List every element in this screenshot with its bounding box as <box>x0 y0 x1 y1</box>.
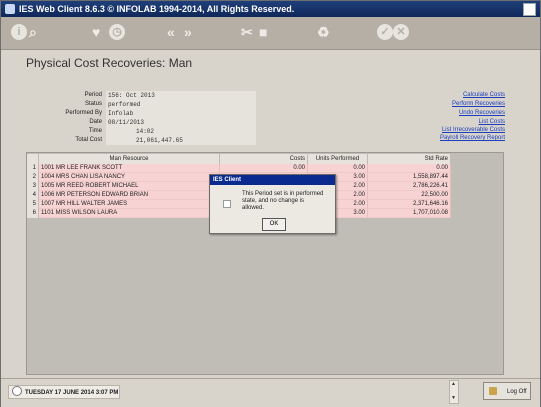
std-rate-cell[interactable]: 1,558,897.44 <box>368 173 451 182</box>
double-right-icon[interactable]: » <box>184 23 192 41</box>
page-title: Physical Cost Recoveries: Man <box>26 56 193 70</box>
man-resource-cell[interactable]: 1006 MR PETERSON EDWARD BRIAN <box>39 191 220 200</box>
tools-icon[interactable]: ✂ <box>241 23 253 41</box>
date-label: Date <box>89 119 102 125</box>
stop-icon[interactable]: ■ <box>259 23 267 41</box>
row-number: 2 <box>27 173 39 182</box>
row-number: 5 <box>27 200 39 209</box>
ok-button[interactable]: OK <box>262 218 286 231</box>
table-row[interactable]: 1 1001 MR LEE FRANK SCOTT 0.00 0.00 0.00 <box>27 164 504 173</box>
log-off-button[interactable]: Log Off <box>483 382 531 400</box>
row-number: 6 <box>27 209 39 218</box>
period-label: Period <box>84 92 102 98</box>
check-icon[interactable]: ✓ <box>377 24 393 40</box>
column-header-costs[interactable]: Costs <box>220 154 308 164</box>
search-icon[interactable]: ⌕ <box>29 23 37 41</box>
scrollbar[interactable]: ▲ ▼ <box>449 380 459 404</box>
status-bar: TUESDAY 17 JUNE 2014 3:07 PM ▲ ▼ Log Off <box>1 378 540 407</box>
man-resource-cell[interactable]: 1001 MR LEE FRANK SCOTT <box>39 164 220 173</box>
title-bar: IES Web Client 8.6.3 © INFOLAB 1994-2014… <box>1 1 540 17</box>
heart-icon[interactable]: ♥ <box>92 23 100 41</box>
undo-recoveries-link[interactable]: Undo Recoveries <box>459 110 505 116</box>
dialog-message: This Period set is in performed state, a… <box>242 191 324 211</box>
calculate-costs-link[interactable]: Calculate Costs <box>463 92 505 98</box>
std-rate-cell[interactable]: 2,371,646.16 <box>368 200 451 209</box>
row-number: 1 <box>27 164 39 173</box>
cancel-icon[interactable]: ✕ <box>393 24 409 40</box>
total-cost-label: Total Cost <box>75 137 102 143</box>
date-value: 08/11/2013 <box>106 118 256 127</box>
lock-icon <box>489 387 497 395</box>
date-time-text: TUESDAY 17 JUNE 2014 3:07 PM <box>25 390 119 396</box>
window-title: IES Web Client 8.6.3 © INFOLAB 1994-2014… <box>19 4 295 14</box>
status-value: performed <box>106 100 256 109</box>
clock-icon[interactable]: ◷ <box>109 24 125 40</box>
std-rate-cell[interactable]: 2,786,226.41 <box>368 182 451 191</box>
double-left-icon[interactable]: « <box>167 23 175 41</box>
std-rate-cell[interactable]: 22,500.00 <box>368 191 451 200</box>
scroll-down-icon[interactable]: ▼ <box>451 395 456 401</box>
costs-cell[interactable]: 0.00 <box>220 164 308 173</box>
std-rate-cell[interactable]: 1,707,010.08 <box>368 209 451 218</box>
time-value: 14:02 <box>106 127 256 136</box>
dialog-title: IES Client <box>210 175 335 185</box>
man-resource-cell[interactable]: 1004 MRS CHAN LISA NANCY <box>39 173 220 182</box>
man-resource-cell[interactable]: 1007 MR HILL WALTER JAMES <box>39 200 220 209</box>
log-off-label: Log Off <box>507 389 527 395</box>
total-cost-value: 21,061,447.65 <box>106 136 256 145</box>
man-resource-cell[interactable]: 1005 MR REED ROBERT MICHAEL <box>39 182 220 191</box>
info-icon[interactable]: i <box>11 24 27 40</box>
time-label: Time <box>88 128 102 134</box>
clock-icon <box>12 386 22 396</box>
std-rate-cell[interactable]: 0.00 <box>368 164 451 173</box>
man-resource-cell[interactable]: 1101 MISS WILSON LAURA <box>39 209 220 218</box>
recycle-icon[interactable]: ♻ <box>317 23 330 41</box>
column-header-man-resource[interactable]: Man Resource <box>39 154 220 164</box>
info-dialog: IES Client This Period set is in perform… <box>209 174 336 234</box>
performed-by-label: Performed By <box>65 110 102 116</box>
app-icon <box>5 4 15 14</box>
perform-recoveries-link[interactable]: Perform Recoveries <box>452 101 505 107</box>
column-header-units-performed[interactable]: Units Performed <box>308 154 368 164</box>
row-number: 3 <box>27 182 39 191</box>
payroll-recovery-report-link[interactable]: Payroll Recovery Report <box>440 135 505 141</box>
list-costs-link[interactable]: List Costs <box>479 119 505 125</box>
performed-by-value: Infolab <box>106 109 256 118</box>
scroll-up-icon[interactable]: ▲ <box>451 381 456 387</box>
info-icon <box>223 200 231 208</box>
date-time-display: TUESDAY 17 JUNE 2014 3:07 PM <box>8 385 120 399</box>
row-number-header <box>27 154 39 164</box>
list-irrecoverable-costs-link[interactable]: List Irrecoverable Costs <box>442 127 505 133</box>
units-cell[interactable]: 0.00 <box>308 164 368 173</box>
period-value: 156: Oct 2013 <box>106 91 256 100</box>
window-control-icon[interactable] <box>523 3 536 16</box>
app-window: IES Web Client 8.6.3 © INFOLAB 1994-2014… <box>0 0 541 407</box>
row-number: 4 <box>27 191 39 200</box>
toolbar: i ⌕ ♥ ◷ « » ✂ ■ ♻ ✓ ✕ <box>1 17 540 50</box>
status-label: Status <box>84 101 102 107</box>
column-header-std-rate[interactable]: Std Rate <box>368 154 451 164</box>
